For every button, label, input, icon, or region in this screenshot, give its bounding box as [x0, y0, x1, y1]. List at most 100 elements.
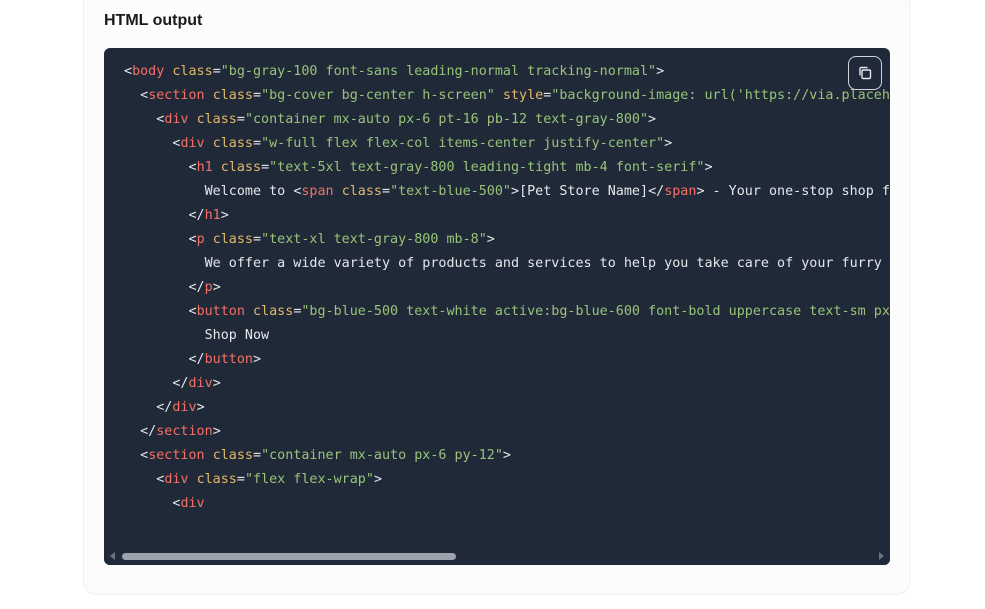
code-token: span [301, 184, 334, 199]
code-token: < [124, 136, 181, 151]
code-token: = [382, 184, 391, 199]
code-token: class [212, 136, 253, 151]
code-line: <section class="container mx-auto px-6 p… [124, 444, 890, 468]
code-token: < [124, 232, 197, 247]
code-token: > [656, 64, 665, 79]
code-token: "bg-gray-100 font-sans leading-normal tr… [220, 64, 657, 79]
code-token: span [664, 184, 697, 199]
code-token: "bg-cover bg-center h-screen" [261, 88, 495, 103]
code-token: > [664, 136, 673, 151]
code-token: - Your one-stop shop for al [712, 184, 890, 199]
code-token: button [204, 352, 253, 367]
code-token: < [124, 112, 165, 127]
code-token: = [236, 472, 245, 487]
code-token: = [212, 64, 221, 79]
code-token: = [253, 136, 262, 151]
code-token: > [212, 424, 221, 439]
code-token: div [180, 496, 205, 511]
code-line: <button class="bg-blue-500 text-white ac… [124, 300, 890, 324]
code-token: < [124, 160, 197, 175]
code-token: div [172, 400, 197, 415]
code-token: class [212, 88, 253, 103]
code-token: </ [124, 280, 205, 295]
code-line: <section class="bg-cover bg-center h-scr… [124, 84, 890, 108]
code-line: </div> [124, 396, 890, 420]
code-token: > [486, 232, 495, 247]
code-token: "bg-blue-500 text-white active:bg-blue-6… [301, 304, 890, 319]
code-token: class [212, 232, 253, 247]
code-token: class [196, 112, 237, 127]
code-token: < [124, 304, 197, 319]
code-token: > [373, 472, 382, 487]
code-token: "text-5xl text-gray-800 leading-tight mb… [269, 160, 705, 175]
code-content: <body class="bg-gray-100 font-sans leadi… [124, 60, 890, 516]
code-token: p [204, 280, 213, 295]
code-token: "flex flex-wrap" [244, 472, 374, 487]
code-token: = [253, 88, 262, 103]
scroll-right-arrow-icon[interactable] [879, 552, 884, 560]
code-line: </h1> [124, 204, 890, 228]
code-line: <div class="container mx-auto px-6 pt-16… [124, 108, 890, 132]
code-line: <body class="bg-gray-100 font-sans leadi… [124, 60, 890, 84]
code-token: </ [124, 424, 157, 439]
code-token: < [124, 448, 149, 463]
code-token: > [704, 160, 713, 175]
scroll-left-arrow-icon[interactable] [110, 552, 115, 560]
code-token: div [164, 472, 189, 487]
code-token: div [180, 136, 205, 151]
code-token: "w-full flex flex-col items-center justi… [261, 136, 665, 151]
code-line: </section> [124, 420, 890, 444]
code-token: Welcome to [124, 184, 294, 199]
code-line: </p> [124, 276, 890, 300]
code-line: <h1 class="text-5xl text-gray-800 leadin… [124, 156, 890, 180]
code-token: > [220, 208, 229, 223]
code-scroll-area[interactable]: <body class="bg-gray-100 font-sans leadi… [104, 48, 890, 547]
code-token: </ [124, 352, 205, 367]
scrollbar-thumb[interactable] [122, 553, 456, 560]
code-line: </button> [124, 348, 890, 372]
code-token: button [196, 304, 245, 319]
code-token: </ [124, 400, 173, 415]
code-line: </div> [124, 372, 890, 396]
code-line: <p class="text-xl text-gray-800 mb-8"> [124, 228, 890, 252]
code-token: Shop Now [124, 328, 270, 343]
code-token: class [341, 184, 382, 199]
code-token: = [253, 232, 262, 247]
code-token: style [502, 88, 544, 103]
code-token: < [124, 496, 181, 511]
horizontal-scrollbar[interactable] [104, 547, 890, 565]
code-token: > [648, 112, 657, 127]
code-line: <div class="flex flex-wrap"> [124, 468, 890, 492]
code-token: class [253, 304, 294, 319]
code-token: h1 [204, 208, 221, 223]
copy-icon [859, 66, 872, 80]
code-token: class [220, 160, 262, 175]
code-token: section [148, 448, 205, 463]
code-token: > [212, 280, 221, 295]
code-token: h1 [196, 160, 213, 175]
code-block[interactable]: <body class="bg-gray-100 font-sans leadi… [104, 48, 890, 565]
code-token: div [188, 376, 213, 391]
code-token: class [196, 472, 237, 487]
code-token: > [511, 184, 520, 199]
code-token: class [212, 448, 253, 463]
code-token: div [164, 112, 189, 127]
code-token: "text-xl text-gray-800 mb-8" [261, 232, 487, 247]
code-token: "background-image: url('https://via.plac… [551, 88, 890, 103]
code-line: <div class="w-full flex flex-col items-c… [124, 132, 890, 156]
copy-code-button[interactable] [848, 56, 882, 90]
code-line: Welcome to <span class="text-blue-500">[… [124, 180, 890, 204]
code-token: section [156, 424, 213, 439]
code-token: </ [124, 376, 189, 391]
section-title: HTML output [104, 12, 203, 29]
code-token: p [196, 232, 205, 247]
code-token: class [172, 64, 213, 79]
code-token: = [236, 112, 245, 127]
